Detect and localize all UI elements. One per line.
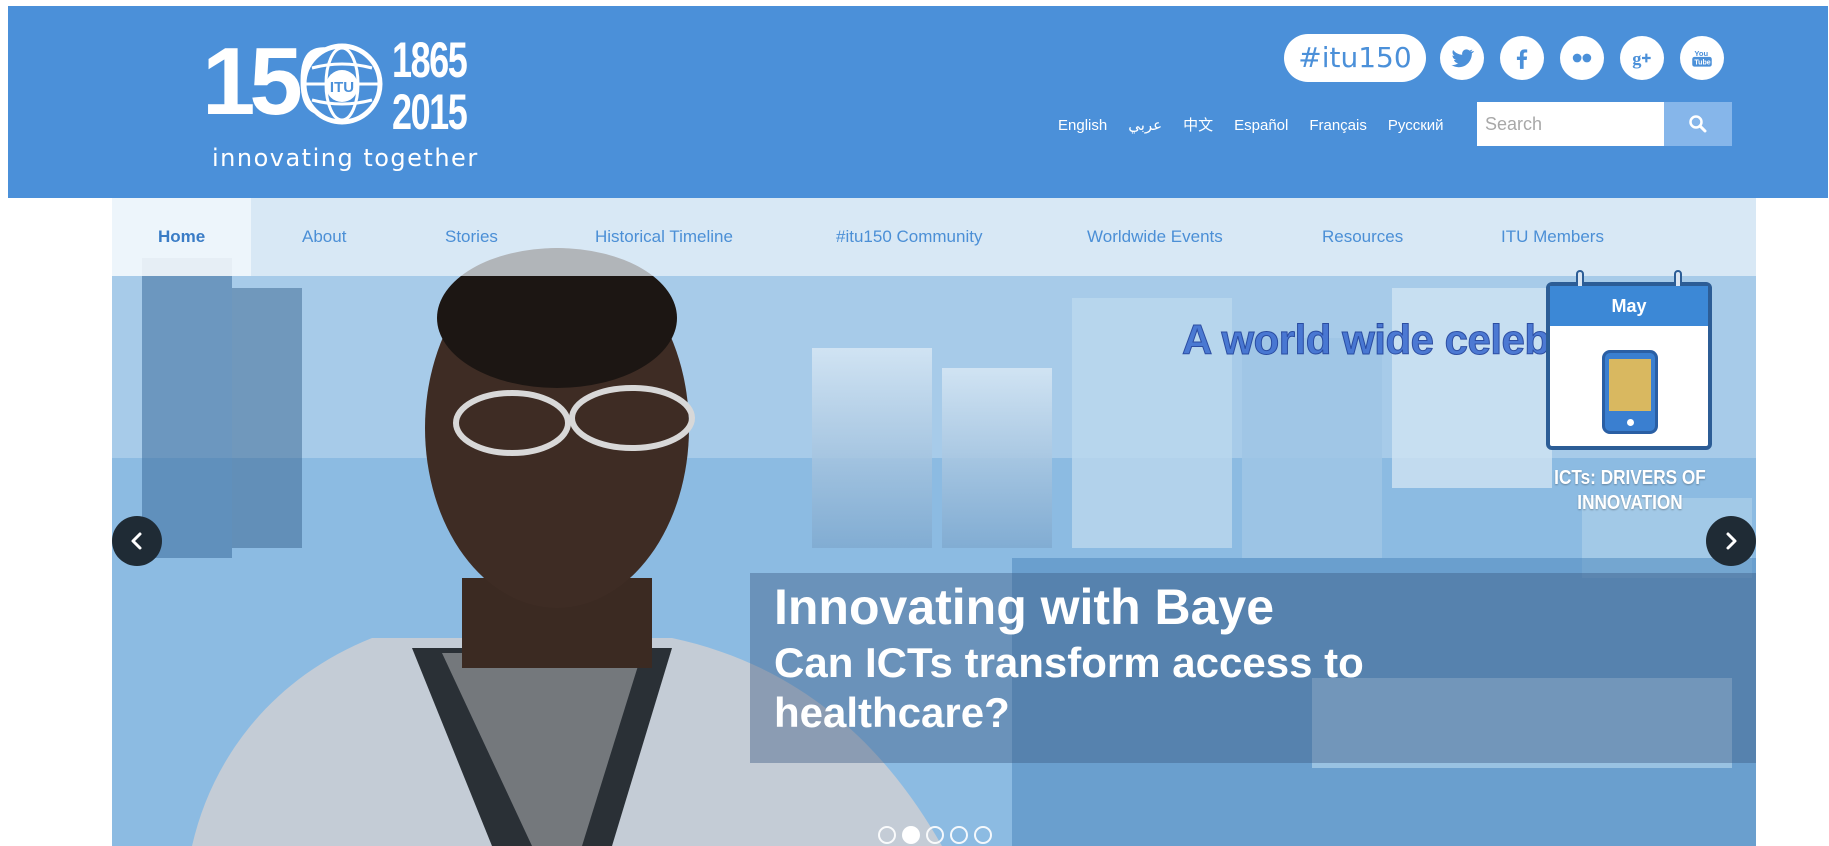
svg-text:g: g [1632, 49, 1642, 69]
logo-year-start: 1865 [392, 32, 468, 88]
nav-resources[interactable]: Resources [1322, 198, 1403, 276]
calendar-caption: ICTs: DRIVERS OF INNOVATION [1554, 467, 1706, 514]
site-header: 150 ITU 1865 2015 innovating together #i… [8, 6, 1828, 198]
phone-screen [1609, 359, 1651, 411]
lang-english[interactable]: English [1058, 116, 1107, 136]
phone-home-button [1627, 419, 1634, 426]
nav-historical-timeline[interactable]: Historical Timeline [595, 198, 733, 276]
facebook-icon[interactable] [1500, 36, 1544, 80]
slide-title[interactable]: Innovating with Baye [774, 578, 1274, 636]
slider-next-button[interactable] [1706, 516, 1756, 566]
google-plus-icon[interactable]: g [1620, 36, 1664, 80]
nav-stories[interactable]: Stories [445, 198, 498, 276]
slider-dot[interactable] [878, 826, 896, 844]
slider-dot[interactable] [974, 826, 992, 844]
chevron-left-icon [131, 532, 142, 550]
chevron-right-icon [1726, 532, 1737, 550]
slide-subtitle[interactable]: Can ICTs transform access to healthcare? [774, 638, 1454, 738]
slider-dot[interactable] [950, 826, 968, 844]
hashtag-button[interactable]: #itu150 [1284, 34, 1426, 82]
main-nav: Home About Stories Historical Timeline #… [112, 198, 1756, 276]
nav-worldwide-events[interactable]: Worldwide Events [1087, 198, 1223, 276]
logo-years: 1865 2015 [392, 32, 468, 140]
globe-icon: ITU [301, 43, 383, 125]
search-button[interactable] [1664, 102, 1732, 146]
search-input[interactable] [1477, 102, 1664, 146]
logo-tagline: innovating together [212, 144, 479, 172]
flickr-icon[interactable] [1560, 36, 1604, 80]
twitter-icon[interactable] [1440, 36, 1484, 80]
lang-russian[interactable]: Русский [1388, 116, 1444, 136]
hero-slider: Home About Stories Historical Timeline #… [112, 198, 1756, 846]
slider-prev-button[interactable] [112, 516, 162, 566]
lang-arabic[interactable]: عربي [1128, 116, 1162, 136]
slider-dot[interactable] [926, 826, 944, 844]
itu150-logo[interactable]: 150 ITU 1865 2015 innovating together [198, 26, 488, 186]
nav-home[interactable]: Home [112, 198, 252, 276]
svg-text:Tube: Tube [1694, 60, 1710, 67]
svg-text:You: You [1694, 49, 1708, 58]
slider-dot[interactable] [902, 826, 920, 844]
lang-spanish[interactable]: Español [1234, 116, 1288, 136]
calendar-month: May [1550, 286, 1708, 326]
nav-about[interactable]: About [302, 198, 346, 276]
nav-itu-members[interactable]: ITU Members [1501, 198, 1604, 276]
search-icon [1689, 115, 1707, 133]
lang-french[interactable]: Français [1309, 116, 1367, 136]
phone-icon [1602, 350, 1658, 434]
calendar-graphic: May [1546, 270, 1712, 450]
nav-itu150-community[interactable]: #itu150 Community [836, 198, 982, 276]
logo-year-end: 2015 [392, 84, 468, 140]
lang-chinese[interactable]: 中文 [1183, 116, 1213, 136]
logo-globe-text: ITU [330, 79, 354, 96]
language-switcher: English عربي 中文 Español Français Русский [1058, 116, 1465, 136]
youtube-icon[interactable]: You Tube [1680, 36, 1724, 80]
slider-pagination [878, 826, 992, 844]
